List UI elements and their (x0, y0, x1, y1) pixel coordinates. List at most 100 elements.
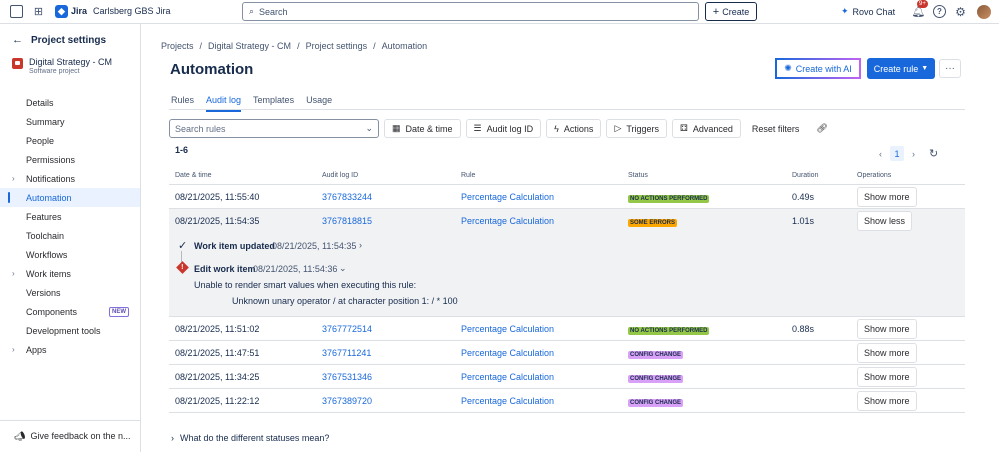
create-button[interactable]: + Create (705, 2, 757, 21)
copy-link-icon[interactable]: 🔗︎ (810, 119, 833, 138)
audit-log-id-filter-button[interactable]: ☰ Audit log ID (465, 119, 542, 138)
triggers-filter-button[interactable]: ▷ Triggers (606, 119, 668, 138)
search-rules-select[interactable]: Search rules ⌄ (169, 119, 379, 138)
date-time-filter-button[interactable]: ▦ Date & time (384, 119, 461, 138)
reset-filters-button[interactable]: Reset filters (746, 119, 806, 138)
rule-link[interactable]: Percentage Calculation (461, 372, 554, 382)
audit-log-id-link[interactable]: 3767389720 (322, 396, 372, 406)
sidebar-item-notifications[interactable]: › Notifications (0, 169, 140, 188)
chevron-right-icon[interactable]: › (912, 149, 915, 159)
sidebar-toggle-icon[interactable] (10, 5, 23, 18)
sidebar-item-apps[interactable]: › Apps (0, 340, 140, 359)
play-icon: ▷ (614, 123, 622, 133)
audit-log-id-link[interactable]: 3767833244 (322, 192, 372, 202)
breadcrumb-settings[interactable]: Project settings (306, 41, 368, 51)
sidebar-item-label: Summary (26, 116, 65, 127)
error-icon: ! (176, 261, 189, 274)
calendar-icon: ▦ (392, 123, 401, 133)
chevron-left-icon[interactable]: ‹ (879, 149, 882, 159)
project-sidebar: ← Project settings Digital Strategy - CM… (0, 24, 141, 452)
notifications-badge: 9+ (917, 0, 928, 8)
rovo-chat-button[interactable]: ✦ Rovo Chat (835, 3, 901, 20)
sidebar-item-people[interactable]: People (0, 131, 140, 150)
column-header: Operations (857, 172, 892, 179)
sidebar-item-workflows[interactable]: Workflows (0, 245, 140, 264)
rule-link[interactable]: Percentage Calculation (461, 396, 554, 406)
sidebar-item-automation[interactable]: Automation (0, 188, 140, 207)
audit-log-id-link[interactable]: 3767772514 (322, 324, 372, 334)
jira-logo-icon[interactable]: ◆ (55, 5, 68, 18)
chevron-down-icon: ⌄ (365, 123, 373, 133)
chevron-right-icon[interactable]: › (12, 174, 15, 183)
app-switcher-icon[interactable]: ⊞ (32, 5, 45, 18)
date-cell: 08/21/2025, 11:51:02 (175, 323, 260, 334)
give-feedback-link[interactable]: 📣︎ Give feedback on the n... (0, 420, 140, 442)
create-label: Create (722, 6, 750, 17)
sidebar-item-details[interactable]: Details (0, 93, 140, 112)
sidebar-item-permissions[interactable]: Permissions (0, 150, 140, 169)
sidebar-item-versions[interactable]: Versions (0, 283, 140, 302)
duration-cell: 1.01s (792, 216, 815, 226)
sidebar-item-label: Details (26, 97, 54, 108)
arrow-left-icon: ← (12, 34, 23, 46)
sidebar-item-features[interactable]: Features (0, 207, 140, 226)
project-header[interactable]: Digital Strategy - CM Software project (12, 57, 112, 75)
breadcrumb-automation[interactable]: Automation (382, 41, 428, 51)
check-icon: ✓ (178, 240, 188, 252)
create-with-ai-button[interactable]: ✺ Create with AI (775, 58, 861, 79)
sidebar-item-label: Workflows (26, 249, 68, 260)
help-icon[interactable]: ? (933, 5, 946, 18)
back-to-project-settings[interactable]: ← Project settings (12, 34, 106, 46)
sidebar-item-toolchain[interactable]: Toolchain (0, 226, 140, 245)
create-rule-button[interactable]: Create rule ▼ (867, 58, 935, 79)
table-row: 08/21/2025, 11:47:51 3767711241 Percenta… (169, 341, 965, 365)
audit-log-id-link[interactable]: 3767531346 (322, 372, 372, 382)
chevron-down-icon[interactable]: ⌄ (339, 263, 347, 274)
sidebar-item-label: Features (26, 211, 62, 222)
table-header-row: Date & time Audit log ID Rule Status Dur… (169, 167, 965, 185)
grid-icon: ⚃ (680, 123, 688, 133)
table-row: 08/21/2025, 11:22:12 3767389720 Percenta… (169, 389, 965, 413)
global-search-input[interactable]: ⌕ Search (242, 2, 699, 21)
audit-log-id-link[interactable]: 3767818815 (322, 216, 372, 226)
date-cell: 08/21/2025, 11:55:40 (175, 191, 260, 202)
advanced-filter-button[interactable]: ⚃ Advanced (672, 119, 741, 138)
refresh-icon[interactable]: ↻ (929, 147, 938, 160)
audit-log-id-link[interactable]: 3767711241 (322, 348, 371, 358)
sidebar-item-label: Apps (26, 344, 47, 355)
breadcrumb-project[interactable]: Digital Strategy - CM (208, 41, 291, 51)
status-badge: CONFIG CHANGE (628, 350, 683, 359)
actions-filter-button[interactable]: ϟ Actions (546, 119, 602, 138)
search-rules-placeholder: Search rules (175, 123, 226, 134)
show-more-button[interactable]: Show more (857, 390, 917, 411)
rule-link[interactable]: Percentage Calculation (461, 324, 554, 334)
sidebar-item-label: Notifications (26, 173, 76, 184)
rule-link[interactable]: Percentage Calculation (461, 348, 554, 358)
show-less-button[interactable]: Show less (857, 211, 913, 231)
more-options-button[interactable]: ··· (939, 59, 961, 78)
sidebar-item-components[interactable]: Components NEW (0, 302, 140, 321)
site-name[interactable]: Carlsberg GBS Jira (93, 6, 171, 16)
sidebar-item-summary[interactable]: Summary (0, 112, 140, 131)
settings-nav: Details Summary People Permissions › Noti… (0, 93, 140, 359)
rule-link[interactable]: Percentage Calculation (461, 216, 554, 226)
chevron-right-icon[interactable]: › (359, 240, 362, 250)
lightning-icon: ϟ (554, 123, 559, 134)
user-avatar[interactable] (977, 5, 991, 19)
column-header: Date & time (175, 172, 212, 179)
sidebar-item-work-items[interactable]: › Work items (0, 264, 140, 283)
chevron-right-icon[interactable]: › (12, 269, 15, 278)
settings-gear-icon[interactable]: ⚙ (954, 5, 967, 19)
rule-link[interactable]: Percentage Calculation (461, 192, 554, 202)
show-more-button[interactable]: Show more (857, 186, 917, 207)
breadcrumb-projects[interactable]: Projects (161, 41, 194, 51)
show-more-button[interactable]: Show more (857, 366, 917, 387)
show-more-button[interactable]: Show more (857, 318, 917, 339)
page-number-current[interactable]: 1 (890, 146, 904, 161)
chevron-right-icon[interactable]: › (12, 345, 15, 354)
show-more-button[interactable]: Show more (857, 342, 917, 363)
sidebar-item-development-tools[interactable]: Development tools (0, 321, 140, 340)
sidebar-item-label: People (26, 135, 55, 146)
filter-bar: Search rules ⌄ ▦ Date & time ☰ Audit log I… (169, 119, 834, 138)
statuses-help-expander[interactable]: › What do the different statuses mean? (171, 433, 329, 443)
